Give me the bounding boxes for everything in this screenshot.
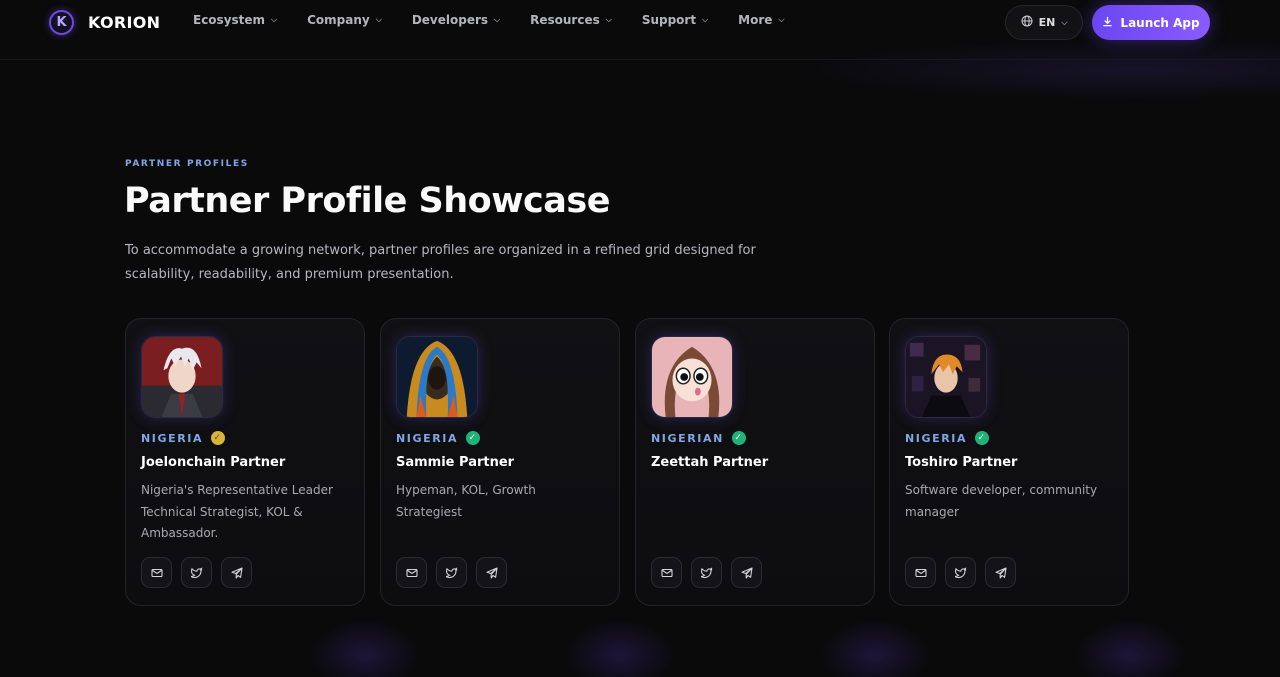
chevron-down-icon: ⌵ [375,15,382,24]
background-glow [820,620,930,677]
chevron-down-icon: ⌵ [271,15,278,24]
check-circle-icon: ✓ [975,431,990,445]
launch-app-label: Launch App [1120,15,1200,30]
partner-avatar [651,336,733,418]
language-selector[interactable]: EN ⌵ [1005,5,1083,40]
page-title: Partner Profile Showcase [124,181,610,221]
partner-card: NIGERIAN ✓ Zeettah Partner [635,318,875,606]
menu-support[interactable]: Support ⌵ [642,13,708,27]
brand-name: KORION [88,13,161,32]
mail-icon[interactable] [651,557,682,588]
background-glow [310,620,420,677]
menu-label: Developers [411,13,489,27]
partner-country: NIGERIA ✓ [141,431,226,445]
partner-card: NIGERIA ✓ Joelonchain Partner Nigeria's … [125,318,365,606]
section-description: To accommodate a growing network, partne… [125,243,756,282]
partner-country: NIGERIA ✓ [905,431,990,445]
telegram-icon[interactable] [221,557,252,588]
menu-label: Resources [530,13,600,27]
partner-name: Joelonchain Partner [141,455,286,470]
chevron-down-icon: ⌵ [605,15,612,24]
social-links [651,557,762,588]
check-circle-icon: ✓ [731,431,746,445]
partner-avatar [141,336,223,418]
background-glow [1075,620,1185,677]
country-label: NIGERIAN [651,431,724,445]
social-links [396,557,507,588]
partner-name: Sammie Partner [396,455,515,470]
country-label: NIGERIA [141,431,204,445]
chevron-down-icon: ⌵ [702,15,709,24]
menu-label: More [738,13,773,27]
partner-name: Zeettah Partner [651,455,769,470]
mail-icon[interactable] [396,557,427,588]
mail-icon[interactable] [141,557,172,588]
partner-avatar [905,336,987,418]
menu-resources[interactable]: Resources ⌵ [530,13,612,27]
menu-ecosystem[interactable]: Ecosystem ⌵ [193,13,277,27]
chevron-down-icon: ⌵ [1061,17,1068,27]
telegram-icon[interactable] [985,557,1016,588]
launch-app-button[interactable]: Launch App [1092,5,1210,40]
partner-name: Toshiro Partner [905,455,1018,470]
section-eyebrow: PARTNER PROFILES [125,159,249,169]
menu-company[interactable]: Company ⌵ [307,13,382,27]
telegram-icon[interactable] [731,557,762,588]
social-links [141,557,252,588]
partner-card: NIGERIA ✓ Sammie Partner Hypeman, KOL, G… [380,318,620,606]
twitter-icon[interactable] [945,557,976,588]
menu-label: Ecosystem [193,13,266,27]
twitter-icon[interactable] [181,557,212,588]
globe-icon [1021,15,1033,30]
twitter-icon[interactable] [436,557,467,588]
menu-developers[interactable]: Developers ⌵ [412,13,500,27]
check-badge-icon: ✓ [211,431,226,445]
country-label: NIGERIA [396,431,459,445]
partner-avatar [396,336,478,418]
chevron-down-icon: ⌵ [494,15,501,24]
menu-label: Support [641,13,697,27]
twitter-icon[interactable] [691,557,722,588]
telegram-icon[interactable] [476,557,507,588]
background-glow [565,620,675,677]
main-menu: Ecosystem ⌵ Company ⌵ Developers ⌵ Resource… [193,13,784,27]
brand[interactable]: K KORION [49,10,160,35]
partner-role: Software developer, community manager [905,483,1098,519]
download-icon [1102,16,1113,30]
logo-letter: K [56,15,67,30]
partner-role: Nigeria's Representative Leader Technica… [141,483,333,540]
menu-label: Company [307,13,370,27]
partner-country: NIGERIAN ✓ [651,431,746,445]
check-circle-icon: ✓ [466,431,481,445]
country-label: NIGERIA [905,431,968,445]
partner-country: NIGERIA ✓ [396,431,481,445]
korion-logo-icon: K [49,10,74,35]
mail-icon[interactable] [905,557,936,588]
chevron-down-icon: ⌵ [778,15,785,24]
top-navbar: K KORION Ecosystem ⌵ Company ⌵ Developers ⌵… [0,0,1280,60]
menu-more[interactable]: More ⌵ [738,13,784,27]
social-links [905,557,1016,588]
partner-card: NIGERIA ✓ Toshiro Partner Software devel… [889,318,1129,606]
language-label: EN [1038,16,1056,29]
partner-role: Hypeman, KOL, Growth Strategiest [396,483,536,519]
